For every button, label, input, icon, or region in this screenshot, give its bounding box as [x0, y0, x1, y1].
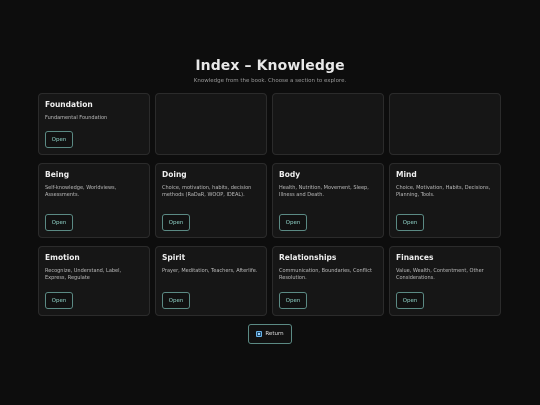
card-description: Health, Nutrition, Movement, Sleep, Illn…: [279, 184, 369, 199]
card-description: Value, Wealth, Contentment, Other Consid…: [396, 267, 484, 282]
card-empty: [155, 93, 267, 155]
card-title: Being: [45, 170, 70, 179]
open-doing-button[interactable]: Open: [162, 214, 190, 231]
card-finances: Finances Value, Wealth, Contentment, Oth…: [389, 246, 501, 316]
card-description: Fundamental Foundation: [45, 114, 108, 121]
open-mind-button[interactable]: Open: [396, 214, 424, 231]
card-foundation: Foundation Fundamental Foundation Open: [38, 93, 150, 155]
card-doing: Doing Choice, motivation, habits, decisi…: [155, 163, 267, 238]
return-button[interactable]: Return: [248, 324, 292, 344]
open-spirit-button[interactable]: Open: [162, 292, 190, 309]
card-description: Communication, Boundaries, Conflict Reso…: [279, 267, 372, 282]
return-icon: [256, 331, 263, 337]
open-emotion-button[interactable]: Open: [45, 292, 73, 309]
card-emotion: Emotion Recognize, Understand, Label, Ex…: [38, 246, 150, 316]
open-relationships-button[interactable]: Open: [279, 292, 307, 309]
page-subtitle: Knowledge from the book. Choose a sectio…: [193, 78, 347, 84]
return-label: Return: [265, 331, 284, 337]
open-foundation-button[interactable]: Open: [45, 131, 73, 148]
open-being-button[interactable]: Open: [45, 214, 73, 231]
card-description: Recognize, Understand, Label, Express, R…: [45, 267, 122, 282]
card-description: Choice, motivation, habits, decision met…: [162, 184, 252, 199]
card-title: Spirit: [162, 253, 186, 262]
page-title: Index – Knowledge: [195, 58, 345, 74]
card-title: Finances: [396, 253, 434, 262]
card-title: Mind: [396, 170, 417, 179]
card-title: Body: [279, 170, 301, 179]
card-empty: [389, 93, 501, 155]
card-empty: [272, 93, 384, 155]
card-title: Relationships: [279, 253, 337, 262]
page: Index – Knowledge Knowledge from the boo…: [0, 0, 540, 405]
card-being: Being Self-knowledge, Worldviews, Assess…: [38, 163, 150, 238]
card-relationships: Relationships Communication, Boundaries,…: [272, 246, 384, 316]
open-finances-button[interactable]: Open: [396, 292, 424, 309]
sections-grid: Foundation Fundamental Foundation Open B…: [38, 93, 502, 316]
card-mind: Mind Choice, Motivation, Habits, Decisio…: [389, 163, 501, 238]
card-title: Foundation: [45, 100, 93, 109]
card-body: Body Health, Nutrition, Movement, Sleep,…: [272, 163, 384, 238]
open-body-button[interactable]: Open: [279, 214, 307, 231]
card-description: Choice, Motivation, Habits, Decisions, P…: [396, 184, 491, 199]
card-title: Emotion: [45, 253, 80, 262]
card-spirit: Spirit Prayer, Meditation, Teachers, Aft…: [155, 246, 267, 316]
card-title: Doing: [162, 170, 187, 179]
card-description: Prayer, Meditation, Teachers, Afterlife.: [162, 267, 258, 274]
card-description: Self-knowledge, Worldviews, Assessments.: [45, 184, 117, 199]
